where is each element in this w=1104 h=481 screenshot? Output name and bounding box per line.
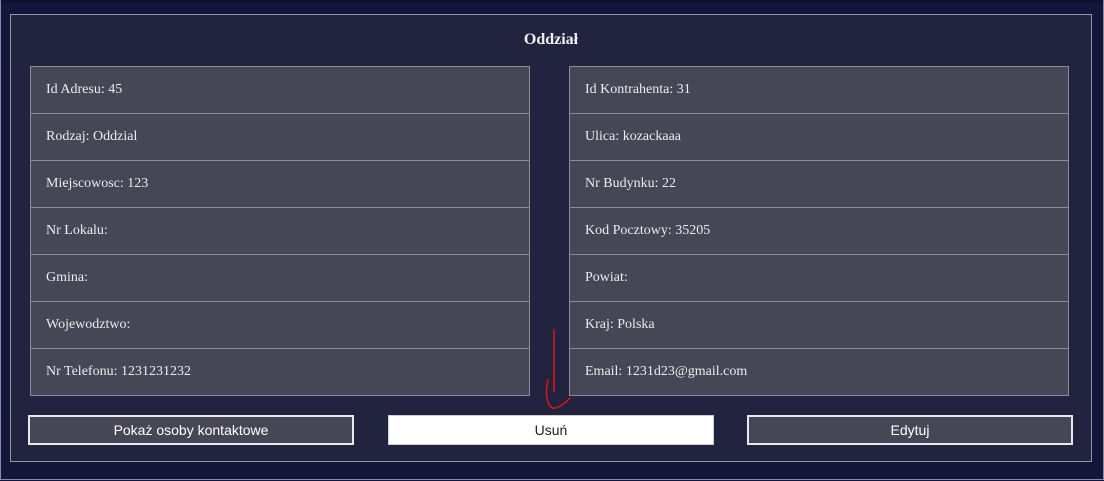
field-wojewodztwo: Wojewodztwo: [30,301,530,349]
section-title: Oddział [523,31,579,48]
field-nr-lokalu: Nr Lokalu: [30,207,530,255]
field-label: Id Kontrahenta: [585,82,674,97]
field-label: Kod Pocztowy: [585,223,672,238]
field-id-kontrahenta: Id Kontrahenta: 31 [569,66,1069,114]
field-id-adresu: Id Adresu: 45 [30,66,530,114]
field-nr-telefonu: Nr Telefonu: 1231231232 [30,348,530,396]
edit-button[interactable]: Edytuj [747,415,1073,445]
field-value: 123 [127,176,149,191]
field-label: Nr Budynku: [585,176,659,191]
right-field-column: Id Kontrahenta: 31 Ulica: kozackaaa Nr Bud… [569,66,1069,396]
field-label: Rodzaj: [46,129,90,144]
field-label: Email: [585,364,623,379]
field-ulica: Ulica: kozackaaa [569,113,1069,161]
field-miejscowosc: Miejscowosc: 123 [30,160,530,208]
field-rodzaj: Rodzaj: Oddzial [30,113,530,161]
show-contacts-button[interactable]: Pokaż osoby kontaktowe [28,415,354,445]
field-value: 1231231232 [120,364,191,379]
field-value: 45 [108,82,123,97]
delete-button[interactable]: Usuń [388,415,714,445]
field-label: Id Adresu: [46,82,105,97]
field-value: 22 [662,176,676,191]
field-value: 31 [676,82,691,97]
field-label: Nr Lokalu: [46,223,108,238]
field-value: 35205 [675,223,711,238]
field-label: Nr Telefonu: [46,364,118,379]
field-label: Gmina: [46,270,88,285]
field-email: Email: 1231d23@gmail.com [569,348,1069,396]
left-field-column: Id Adresu: 45 Rodzaj: Oddzial Miejscowosc:… [30,66,530,396]
field-value: Polska [617,317,655,332]
field-gmina: Gmina: [30,254,530,302]
field-powiat: Powiat: [569,254,1069,302]
field-kraj: Kraj: Polska [569,301,1069,349]
field-label: Powiat: [585,270,628,285]
field-label: Wojewodztwo: [46,317,131,332]
field-label: Ulica: [585,129,620,144]
field-label: Miejscowosc: [46,176,124,191]
field-value: 1231d23@gmail.com [625,364,748,379]
red-arrow-annotation [545,329,571,409]
field-kod-pocztowy: Kod Pocztowy: 35205 [569,207,1069,255]
field-value: kozackaaa [622,129,682,144]
field-label: Kraj: [585,317,614,332]
field-value: Oddzial [93,129,138,144]
field-nr-budynku: Nr Budynku: 22 [569,160,1069,208]
